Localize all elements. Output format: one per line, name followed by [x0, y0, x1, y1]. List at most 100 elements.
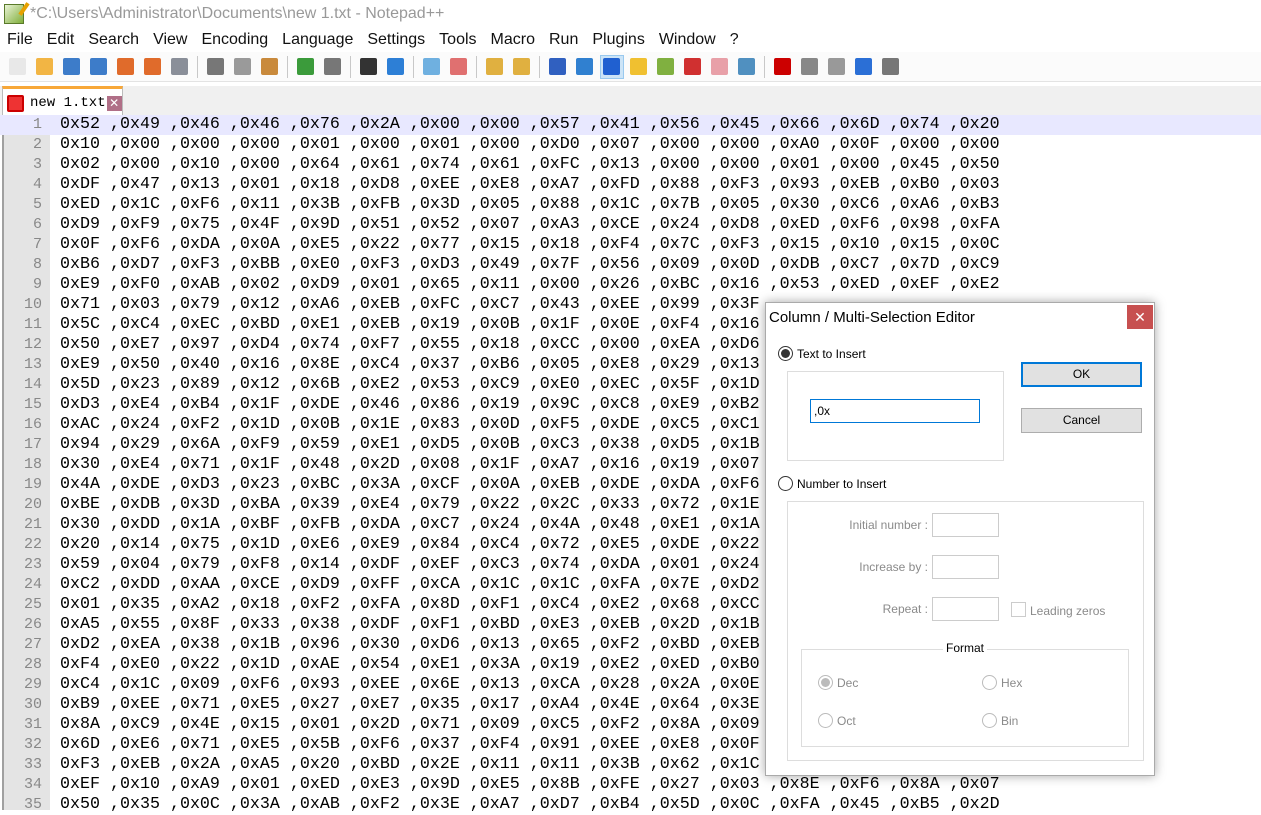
play-macro-button[interactable] — [825, 55, 849, 79]
line-number: 17 — [23, 436, 42, 453]
increase-by-input[interactable] — [932, 555, 999, 579]
cut-button[interactable] — [204, 55, 228, 79]
close-icon — [117, 58, 134, 75]
line-text: 0x10 ,0x00 ,0x00 ,0x00 ,0x01 ,0x00 ,0x01… — [60, 135, 1000, 154]
sync-vertical-icon — [486, 58, 503, 75]
menu-tools[interactable]: Tools — [439, 31, 476, 49]
editor-line[interactable]: 2 0x10 ,0x00 ,0x00 ,0x00 ,0x01 ,0x00 ,0x0… — [0, 135, 1261, 155]
tab-label: new 1.txt — [30, 95, 106, 111]
play-macro-icon — [828, 58, 845, 75]
menu-view[interactable]: View — [153, 31, 187, 49]
print-button[interactable] — [168, 55, 192, 79]
editor-line[interactable]: 1 0x52 ,0x49 ,0x46 ,0x46 ,0x76 ,0x2A ,0x0… — [0, 115, 1261, 135]
menu-window[interactable]: Window — [659, 31, 716, 49]
close-all-icon — [144, 58, 161, 75]
menu-edit[interactable]: Edit — [47, 31, 75, 49]
open-file-button[interactable] — [33, 55, 57, 79]
editor-line[interactable]: 34 0xEF ,0x10 ,0xA9 ,0x01 ,0xED ,0xE3 ,0x… — [0, 775, 1261, 795]
repeat-input[interactable] — [932, 597, 999, 621]
show-all-chars-button[interactable] — [573, 55, 597, 79]
run-macro-multiple-button[interactable] — [852, 55, 876, 79]
tab-new-1[interactable]: new 1.txt ✕ — [2, 86, 123, 117]
text-to-insert-input[interactable]: ,0x — [810, 399, 980, 423]
dialog-close-button[interactable]: ✕ — [1127, 305, 1153, 329]
replace-button[interactable] — [384, 55, 408, 79]
menu-file[interactable]: File — [7, 31, 33, 49]
toolbar — [0, 52, 1261, 82]
line-text: 0x8A ,0xC9 ,0x4E ,0x15 ,0x01 ,0x2D ,0x71… — [60, 715, 760, 734]
text-to-insert-radio[interactable]: Text to Insert — [778, 346, 866, 361]
new-file-button[interactable] — [6, 55, 30, 79]
title-bar: *C:\Users\Administrator\Documents\new 1.… — [0, 0, 1261, 28]
menu-search[interactable]: Search — [88, 31, 139, 49]
initial-number-input[interactable] — [932, 513, 999, 537]
leading-zeros-label: Leading zeros — [1030, 604, 1106, 618]
udl-button[interactable] — [627, 55, 651, 79]
editor-line[interactable]: 8 0xB6 ,0xD7 ,0xF3 ,0xBB ,0xE0 ,0xF3 ,0xD… — [0, 255, 1261, 275]
menu-macro[interactable]: Macro — [491, 31, 535, 49]
word-wrap-button[interactable] — [546, 55, 570, 79]
editor-line[interactable]: 6 0xD9 ,0xF9 ,0x75 ,0x4F ,0x9D ,0x51 ,0x5… — [0, 215, 1261, 235]
sync-vertical-button[interactable] — [483, 55, 507, 79]
format-hex-radio[interactable]: Hex — [982, 675, 1022, 690]
format-oct-radio[interactable]: Oct — [818, 713, 856, 728]
line-text: 0x50 ,0x35 ,0x0C ,0x3A ,0xAB ,0xF2 ,0x3E… — [60, 795, 1000, 814]
menu-plugins[interactable]: Plugins — [592, 31, 644, 49]
editor-line[interactable]: 9 0xE9 ,0xF0 ,0xAB ,0x02 ,0xD9 ,0x01 ,0x6… — [0, 275, 1261, 295]
sync-horizontal-button[interactable] — [510, 55, 534, 79]
indent-guide-button[interactable] — [599, 54, 624, 79]
line-text: 0xF4 ,0xE0 ,0x22 ,0x1D ,0xAE ,0x54 ,0xE1… — [60, 655, 760, 674]
menu-encoding[interactable]: Encoding — [201, 31, 268, 49]
save-button[interactable] — [60, 55, 84, 79]
line-text: 0x52 ,0x49 ,0x46 ,0x46 ,0x76 ,0x2A ,0x00… — [60, 115, 1000, 134]
close-all-button[interactable] — [141, 55, 165, 79]
editor-line[interactable]: 3 0x02 ,0x00 ,0x10 ,0x00 ,0x64 ,0x61 ,0x7… — [0, 155, 1261, 175]
editor-line[interactable]: 7 0x0F ,0xF6 ,0xDA ,0x0A ,0xE5 ,0x22 ,0x7… — [0, 235, 1261, 255]
save-all-button[interactable] — [87, 55, 111, 79]
line-text: 0xED ,0x1C ,0xF6 ,0x11 ,0x3B ,0xFB ,0x3D… — [60, 195, 1000, 214]
line-number: 2 — [32, 136, 42, 153]
save-macro-button[interactable] — [879, 55, 903, 79]
close-button[interactable] — [114, 55, 138, 79]
menu-settings[interactable]: Settings — [367, 31, 425, 49]
ok-button[interactable]: OK — [1021, 362, 1142, 387]
editor-line[interactable]: 35 0x50 ,0x35 ,0x0C ,0x3A ,0xAB ,0xF2 ,0x… — [0, 795, 1261, 815]
line-number: 12 — [23, 336, 42, 353]
format-bin-radio[interactable]: Bin — [982, 713, 1018, 728]
line-text: 0xD3 ,0xE4 ,0xB4 ,0x1F ,0xDE ,0x46 ,0x86… — [60, 395, 760, 414]
function-list-button[interactable] — [681, 55, 705, 79]
copy-button[interactable] — [231, 55, 255, 79]
undo-button[interactable] — [294, 55, 318, 79]
editor-line[interactable]: 5 0xED ,0x1C ,0xF6 ,0x11 ,0x3B ,0xFB ,0x3… — [0, 195, 1261, 215]
zoom-in-button[interactable] — [420, 55, 444, 79]
menu-help[interactable]: ? — [730, 31, 739, 49]
stop-macro-icon — [801, 58, 818, 75]
number-to-insert-radio[interactable]: Number to Insert — [778, 476, 886, 491]
copy-icon — [234, 58, 251, 75]
function-list-icon — [684, 58, 701, 75]
toolbar-separator — [476, 55, 477, 78]
toolbar-separator — [197, 55, 198, 78]
menu-run[interactable]: Run — [549, 31, 578, 49]
line-text: 0x30 ,0xE4 ,0x71 ,0x1F ,0x48 ,0x2D ,0x08… — [60, 455, 760, 474]
stop-macro-button[interactable] — [798, 55, 822, 79]
menu-language[interactable]: Language — [282, 31, 353, 49]
leading-zeros-checkbox[interactable] — [1011, 602, 1026, 617]
radio-selected-icon — [778, 346, 793, 361]
format-dec-radio[interactable]: Dec — [818, 675, 858, 690]
close-tab-button[interactable]: ✕ — [106, 95, 122, 111]
doc-map-button[interactable] — [654, 55, 678, 79]
line-text: 0xF3 ,0xEB ,0x2A ,0xA5 ,0x20 ,0xBD ,0x2E… — [60, 755, 760, 774]
find-button[interactable] — [357, 55, 381, 79]
record-macro-button[interactable] — [771, 55, 795, 79]
zoom-out-button[interactable] — [447, 55, 471, 79]
paste-button[interactable] — [258, 55, 282, 79]
monitoring-button[interactable] — [735, 55, 759, 79]
folder-workspace-button[interactable] — [708, 55, 732, 79]
redo-button[interactable] — [321, 55, 345, 79]
line-number: 27 — [23, 636, 42, 653]
cancel-button[interactable]: Cancel — [1021, 408, 1142, 433]
editor-line[interactable]: 4 0xDF ,0x47 ,0x13 ,0x01 ,0x18 ,0xD8 ,0xE… — [0, 175, 1261, 195]
line-text: 0x4A ,0xDE ,0xD3 ,0x23 ,0xBC ,0x3A ,0xCF… — [60, 475, 760, 494]
number-to-insert-label: Number to Insert — [797, 476, 887, 491]
